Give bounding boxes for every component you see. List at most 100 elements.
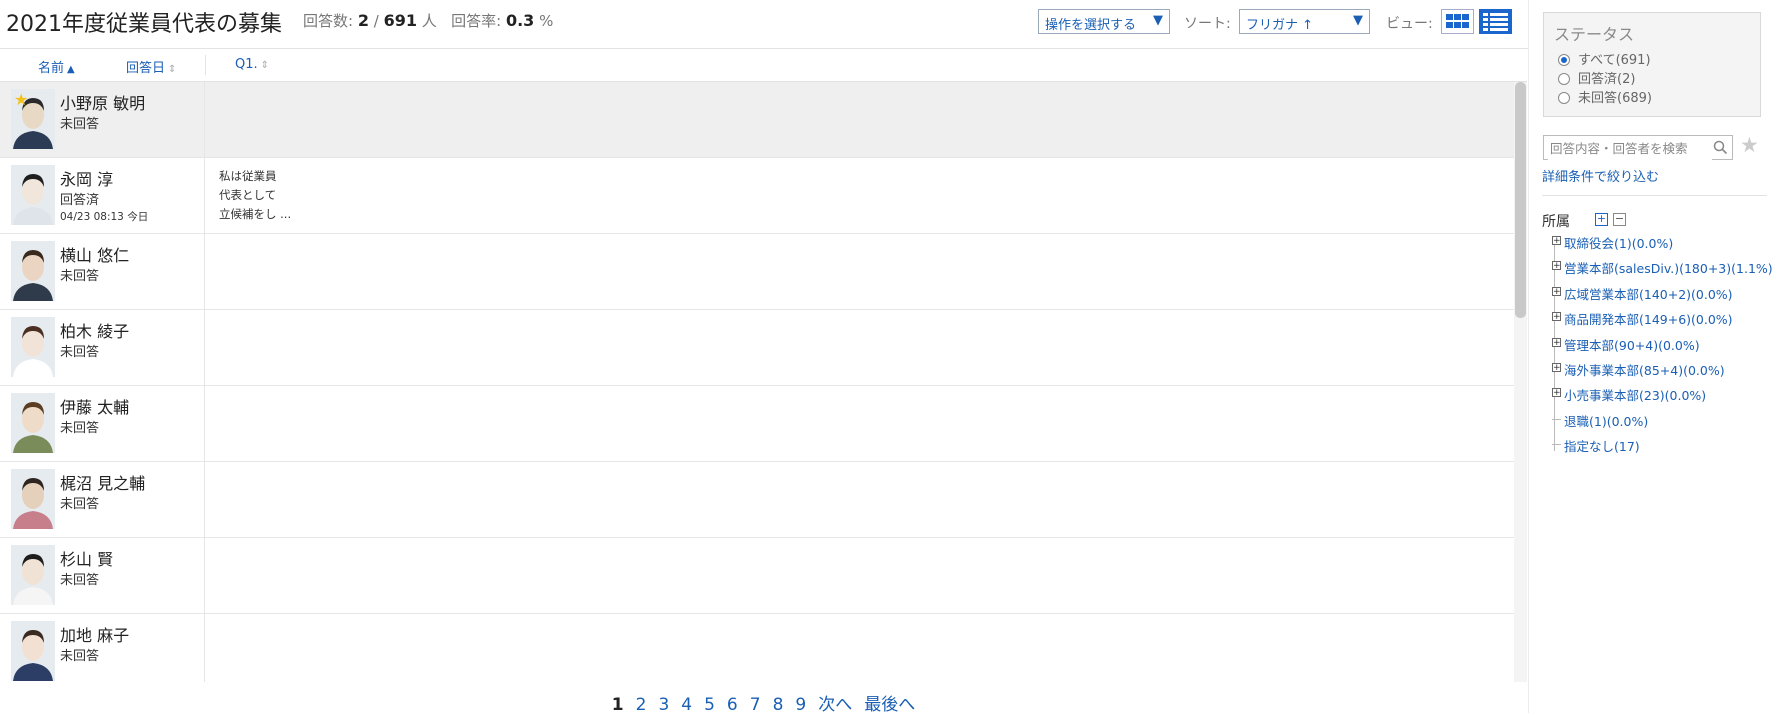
department-node[interactable]: + 広域営業本部(140+2)(0.0%): [1552, 284, 1733, 304]
respondent-name[interactable]: 柏木 綾子: [60, 318, 129, 342]
department-label[interactable]: 小売事業本部(23)(0.0%): [1564, 388, 1706, 403]
column-divider: [204, 158, 205, 233]
department-label[interactable]: 広域営業本部(140+2)(0.0%): [1564, 287, 1733, 302]
status-option-unanswered[interactable]: 未回答(689): [1558, 87, 1652, 106]
radio-button[interactable]: [1558, 73, 1570, 85]
expand-node-icon[interactable]: +: [1552, 337, 1561, 347]
status-option-answered[interactable]: 回答済(2): [1558, 68, 1635, 87]
respondent-list: ★ 小野原 敏明未回答 永岡 淳回答済 04/23 08:13 今日 私は従業員 代表と…: [0, 82, 1527, 682]
last-page-link[interactable]: 最後へ: [864, 695, 915, 715]
respondent-row[interactable]: ★ 小野原 敏明 未回答: [0, 82, 1520, 158]
response-status: 未回答: [60, 345, 100, 360]
action-dropdown[interactable]: 操作を選択する ▼: [1038, 9, 1170, 34]
list-view-button[interactable]: [1479, 9, 1512, 34]
sort-dropdown[interactable]: フリガナ ↑ ▼: [1239, 9, 1370, 34]
status-option-all[interactable]: すべて(691): [1558, 49, 1651, 68]
respondent-row[interactable]: 横山 悠仁 未回答: [0, 234, 1520, 310]
tree-leaf-connector: [1552, 418, 1561, 420]
response-status: 未回答: [60, 269, 100, 284]
respondent-name[interactable]: 杉山 賢: [60, 546, 113, 570]
expand-node-icon[interactable]: +: [1552, 236, 1561, 246]
collapse-all-icon[interactable]: −: [1613, 213, 1626, 226]
department-node[interactable]: 退職(1)(0.0%): [1552, 411, 1648, 431]
page-link[interactable]: 2: [636, 695, 647, 715]
sort-icon: ⇕: [260, 60, 270, 71]
response-stats: 回答数: 2 / 691 人 回答率: 0.3 %: [303, 10, 553, 31]
response-status: 未回答: [60, 649, 100, 664]
department-node[interactable]: + 取締役会(1)(0.0%): [1552, 233, 1673, 253]
expand-node-icon[interactable]: +: [1552, 286, 1561, 296]
department-node[interactable]: + 商品開発本部(149+6)(0.0%): [1552, 309, 1733, 329]
page-link[interactable]: 4: [681, 695, 692, 715]
avatar: [11, 317, 55, 377]
respondent-row[interactable]: 伊藤 太輔 未回答: [0, 386, 1520, 462]
column-divider: [204, 462, 205, 537]
department-label[interactable]: 取締役会(1)(0.0%): [1564, 236, 1673, 251]
respondent-name[interactable]: 永岡 淳: [60, 166, 113, 190]
page-link[interactable]: 1: [612, 695, 624, 715]
department-node[interactable]: + 海外事業本部(85+4)(0.0%): [1552, 360, 1725, 380]
department-node[interactable]: + 小売事業本部(23)(0.0%): [1552, 385, 1706, 405]
department-label[interactable]: 管理本部(90+4)(0.0%): [1564, 338, 1700, 353]
radio-button[interactable]: [1558, 92, 1570, 104]
respondent-row[interactable]: 永岡 淳回答済 04/23 08:13 今日 私は従業員 代表として 立候補をし .…: [0, 158, 1520, 234]
respondent-name[interactable]: 加地 麻子: [60, 622, 129, 646]
expand-node-icon[interactable]: +: [1552, 388, 1561, 398]
radio-button[interactable]: [1558, 54, 1570, 66]
respondent-name[interactable]: 梶沼 見之輔: [60, 470, 145, 494]
grid-view-button[interactable]: [1441, 9, 1474, 34]
department-label[interactable]: 営業本部(salesDiv.)(180+3)(1.1%): [1564, 261, 1773, 276]
respondent-name[interactable]: 伊藤 太輔: [60, 394, 129, 418]
rate-unit: %: [539, 12, 554, 30]
search-input[interactable]: [1548, 137, 1712, 160]
expand-node-icon[interactable]: +: [1552, 312, 1561, 322]
response-status: 回答済: [60, 193, 100, 208]
favorite-star-icon[interactable]: ★: [1740, 135, 1759, 156]
department-label[interactable]: 海外事業本部(85+4)(0.0%): [1564, 363, 1725, 378]
column-header-name[interactable]: 名前 ▲: [38, 57, 75, 76]
page-link[interactable]: 7: [750, 695, 761, 715]
column-header-q1[interactable]: Q1. ⇕: [235, 57, 269, 72]
expand-node-icon[interactable]: +: [1552, 261, 1561, 271]
respondent-name[interactable]: 小野原 敏明: [60, 90, 145, 114]
department-label[interactable]: 指定なし(17): [1564, 439, 1640, 454]
star-icon: ★: [14, 90, 29, 109]
department-node[interactable]: + 管理本部(90+4)(0.0%): [1552, 335, 1700, 355]
sort-dropdown-value: フリガナ ↑: [1246, 18, 1314, 33]
column-divider: [204, 310, 205, 385]
department-label[interactable]: 退職(1)(0.0%): [1564, 414, 1648, 429]
respondent-name[interactable]: 横山 悠仁: [60, 242, 129, 266]
response-date: 04/23 08:13 今日: [60, 211, 149, 223]
respondent-row[interactable]: 梶沼 見之輔 未回答: [0, 462, 1520, 538]
respondent-row[interactable]: 杉山 賢未回答: [0, 538, 1520, 614]
search-icon[interactable]: [1713, 140, 1728, 155]
expand-node-icon[interactable]: +: [1552, 363, 1561, 373]
page-link[interactable]: 8: [773, 695, 784, 715]
avatar: [11, 241, 55, 301]
responses-count: 2: [357, 11, 369, 30]
department-node[interactable]: + 営業本部(salesDiv.)(180+3)(1.1%): [1552, 258, 1773, 278]
column-q1-label: Q1.: [235, 57, 258, 72]
filter-sidebar: ステータス すべて(691) 回答済(2) 未回答(689) ★ 詳細条件で絞り…: [1528, 0, 1778, 713]
person-unit: 人: [421, 12, 437, 30]
column-header-answered-date[interactable]: 回答日 ⇕: [126, 57, 176, 76]
scrollbar-thumb[interactable]: [1515, 82, 1526, 318]
answer-preview[interactable]: 私は従業員 代表として 立候補をし ...: [219, 167, 291, 224]
page-link[interactable]: 3: [658, 695, 669, 715]
respondent-row[interactable]: 柏木 綾子 未回答: [0, 310, 1520, 386]
department-node[interactable]: 指定なし(17): [1552, 436, 1640, 456]
page-link[interactable]: 5: [704, 695, 715, 715]
department-label[interactable]: 商品開発本部(149+6)(0.0%): [1564, 312, 1733, 327]
avatar: [11, 393, 55, 453]
advanced-filter-link[interactable]: 詳細条件で絞り込む: [1542, 166, 1659, 185]
respondent-row[interactable]: 加地 麻子 未回答: [0, 614, 1520, 682]
column-headers: 名前 ▲ 回答日 ⇕ Q1. ⇕: [0, 49, 1527, 82]
page-link[interactable]: 6: [727, 695, 738, 715]
expand-all-icon[interactable]: +: [1595, 213, 1608, 226]
page-link[interactable]: 9: [795, 695, 806, 715]
avatar: [11, 469, 55, 529]
next-page-link[interactable]: 次へ: [818, 695, 852, 715]
status-option-label: 未回答(689): [1578, 91, 1652, 106]
main-panel: 2021年度従業員代表の募集 回答数: 2 / 691 人 回答率: 0.3 %…: [0, 0, 1530, 715]
response-status: 未回答: [60, 573, 100, 588]
